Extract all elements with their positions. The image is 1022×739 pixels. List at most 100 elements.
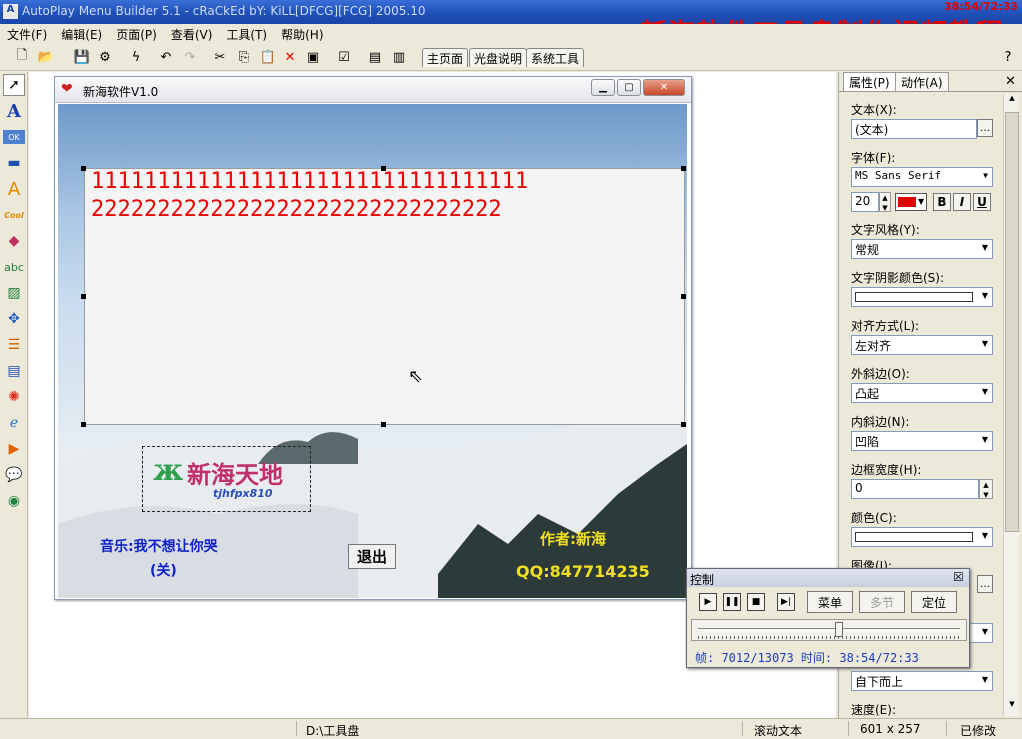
scroll-up-icon[interactable]: ▲ — [1005, 94, 1019, 108]
fancy-text-tool-icon[interactable]: A — [3, 178, 25, 200]
underline-button[interactable]: U — [973, 193, 991, 211]
build-icon[interactable]: ⚙ — [95, 47, 115, 67]
text-label: 文本(X): — [851, 103, 897, 117]
menu-view[interactable]: 查看(V) — [164, 24, 220, 44]
qq-label: QQ:847714235 — [516, 562, 650, 581]
disc-tool-icon[interactable]: ◉ — [3, 490, 25, 512]
properties-icon[interactable]: ☑ — [334, 47, 354, 67]
flash-tool-icon[interactable]: ✺ — [3, 386, 25, 408]
text-field[interactable]: (文本) — [851, 119, 977, 139]
document-tool-icon[interactable]: ▤ — [3, 360, 25, 382]
pointer-tool-icon[interactable]: ➚ — [3, 74, 25, 96]
cool-text-tool-icon[interactable]: Cool — [3, 204, 25, 226]
panel-scrollbar[interactable]: ▲ ▼ — [1003, 94, 1019, 716]
maximize-button[interactable]: ▢ — [617, 79, 641, 96]
paste-icon[interactable]: 📋 — [258, 47, 278, 67]
outer-bevel-select[interactable]: 凸起 — [851, 383, 993, 403]
scroll-down-icon[interactable]: ▼ — [1005, 700, 1019, 714]
font-size-spinner[interactable]: ▲ ▼ — [879, 192, 891, 212]
image-tool-icon[interactable]: ▨ — [3, 282, 25, 304]
inner-bevel-select[interactable]: 凹陷 — [851, 431, 993, 451]
locate-button[interactable]: 定位 — [911, 591, 957, 613]
list-tool-icon[interactable]: ☰ — [3, 334, 25, 356]
shadow-color-select[interactable] — [851, 287, 993, 307]
font-select[interactable]: MS Sans Serif — [851, 167, 993, 187]
selection-handle[interactable] — [681, 294, 686, 299]
tab-system-tools[interactable]: 系统工具 — [526, 48, 585, 67]
minimize-button[interactable]: ▁ — [591, 79, 615, 96]
image-browse-button[interactable]: … — [977, 575, 993, 593]
abc-tool-icon[interactable]: abc — [3, 256, 25, 278]
style-select[interactable]: 常规 — [851, 239, 993, 259]
browser-tool-icon[interactable]: ℯ — [3, 412, 25, 434]
border-width-input[interactable]: 0 — [851, 479, 979, 499]
mouse-cursor-icon: ⇖ — [408, 366, 424, 387]
logo-image[interactable]: ж 新海天地 tjhfpx810 — [142, 446, 311, 512]
italic-button[interactable]: I — [953, 193, 971, 211]
menu-tools[interactable]: 工具(T) — [219, 24, 274, 44]
undo-icon[interactable]: ↶ — [156, 47, 176, 67]
add-page-icon[interactable]: ▤ — [365, 47, 385, 67]
chat-tool-icon[interactable]: 💬 — [3, 464, 25, 486]
tab-disc-info[interactable]: 光盘说明 — [469, 48, 528, 67]
selection-handle[interactable] — [681, 166, 686, 171]
stop-icon[interactable]: ■ — [747, 593, 765, 611]
selection-handle[interactable] — [81, 294, 86, 299]
tab-actions[interactable]: 动作(A) — [895, 72, 949, 91]
next-frame-icon[interactable]: ▶| — [777, 593, 795, 611]
menu-page[interactable]: 页面(P) — [109, 24, 164, 44]
cut-icon[interactable]: ✂ — [210, 47, 230, 67]
text-line-2: 2222222222222222222222222222222 — [91, 197, 502, 222]
tab-properties[interactable]: 属性(P) — [843, 72, 896, 91]
bar-tool-icon[interactable]: ▬ — [3, 152, 25, 174]
selection-handle[interactable] — [381, 422, 386, 427]
copy-icon[interactable]: ⎘ — [234, 47, 254, 67]
group-icon[interactable]: ▣ — [303, 47, 323, 67]
exit-button[interactable]: 退出 — [348, 544, 396, 569]
border-width-spinner[interactable]: ▲ ▼ — [979, 479, 993, 499]
selection-handle[interactable] — [81, 422, 86, 427]
save-icon[interactable]: 💾 — [72, 47, 92, 67]
open-folder-icon[interactable]: 📂 — [36, 47, 56, 67]
multi-section-button[interactable]: 多节 — [859, 591, 905, 613]
color-select[interactable] — [851, 527, 993, 547]
bold-button[interactable]: B — [933, 193, 951, 211]
pause-icon[interactable]: ❚❚ — [723, 593, 741, 611]
run-icon[interactable]: ϟ — [126, 47, 146, 67]
shapes-tool-icon[interactable]: ◆ — [3, 230, 25, 252]
music-off-link[interactable]: (关) — [150, 560, 177, 580]
direction-select[interactable]: 自下而上 — [851, 671, 993, 691]
help-icon[interactable]: ? — [998, 47, 1018, 67]
font-color-picker[interactable]: ▼ — [895, 193, 927, 211]
outer-bevel-label: 外斜边(O): — [851, 367, 910, 381]
font-label: 字体(F): — [851, 151, 896, 165]
menu-file[interactable]: 文件(F) — [0, 24, 54, 44]
slider-thumb[interactable] — [835, 622, 844, 637]
delete-icon[interactable]: ✕ — [280, 47, 300, 67]
control-close-icon[interactable]: ☒ — [953, 570, 964, 584]
align-select[interactable]: 左对齐 — [851, 335, 993, 355]
menu-edit[interactable]: 编辑(E) — [54, 24, 109, 44]
button-tool-icon[interactable]: OK — [3, 130, 25, 144]
progress-slider[interactable] — [691, 619, 967, 641]
text-edit-button[interactable]: … — [977, 119, 993, 137]
delete-page-icon[interactable]: ▥ — [389, 47, 409, 67]
font-size-input[interactable]: 20 — [851, 192, 879, 212]
selection-handle[interactable] — [81, 166, 86, 171]
move-tool-icon[interactable]: ✥ — [3, 308, 25, 330]
redo-icon[interactable]: ↷ — [180, 47, 200, 67]
music-label[interactable]: 音乐:我不想让你哭 — [100, 536, 218, 556]
scroll-thumb[interactable] — [1005, 112, 1019, 532]
text-tool-icon[interactable]: A — [3, 100, 25, 122]
close-button[interactable]: ✕ — [643, 79, 685, 96]
scrolling-text-box[interactable]: 111111111111111111111111111111111 222222… — [84, 168, 685, 425]
menu-button[interactable]: 菜单 — [807, 591, 853, 613]
selection-handle[interactable] — [681, 422, 686, 427]
media-tool-icon[interactable]: ▶ — [3, 438, 25, 460]
new-file-icon[interactable]: 🗋 — [12, 47, 32, 67]
tab-main-page[interactable]: 主页面 — [422, 48, 469, 67]
play-icon[interactable]: ▶ — [699, 593, 717, 611]
selection-handle[interactable] — [381, 166, 386, 171]
panel-close-icon[interactable]: ✕ — [1005, 74, 1016, 89]
menu-help[interactable]: 帮助(H) — [274, 24, 330, 44]
